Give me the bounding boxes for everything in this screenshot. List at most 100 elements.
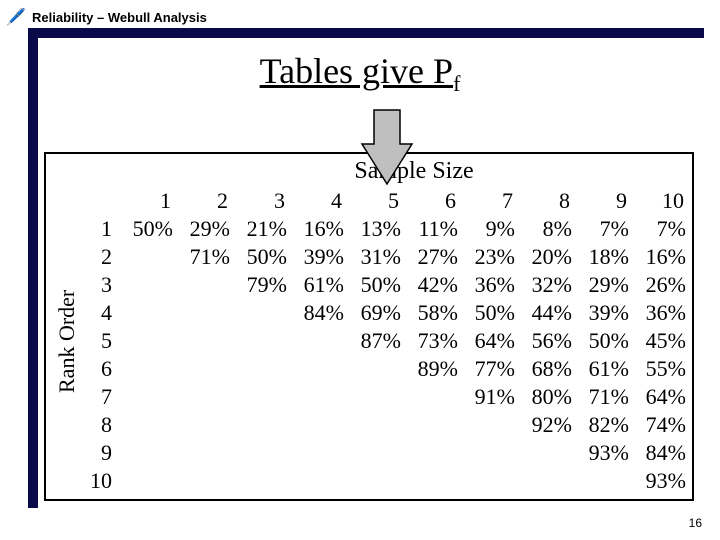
- col-idx: 4: [289, 187, 346, 215]
- cell: 32%: [517, 271, 574, 299]
- cell: [118, 271, 175, 299]
- cell: [232, 467, 289, 495]
- cell: [403, 439, 460, 467]
- cell: [118, 383, 175, 411]
- cell: [118, 411, 175, 439]
- col-idx: 10: [631, 187, 688, 215]
- row-index-col: 1 2 3 4 5 6 7 8 9 10: [84, 187, 118, 495]
- data-col: 88%20%32%44%56%68%80%92%: [517, 187, 574, 495]
- cell: [175, 327, 232, 355]
- cell: 13%: [346, 215, 403, 243]
- cell: 77%: [460, 355, 517, 383]
- cell: [346, 355, 403, 383]
- row-idx: 10: [84, 467, 118, 495]
- row-header: Rank Order: [50, 187, 84, 495]
- cell: [232, 411, 289, 439]
- cell: 11%: [403, 215, 460, 243]
- cell: 84%: [289, 299, 346, 327]
- cell: 55%: [631, 355, 688, 383]
- col-header: Sample Size: [50, 158, 688, 185]
- cell: [118, 299, 175, 327]
- cell: [232, 299, 289, 327]
- data-col: 416%39%61%84%: [289, 187, 346, 495]
- cell: [232, 439, 289, 467]
- cell: 50%: [118, 215, 175, 243]
- cell: [289, 327, 346, 355]
- cell: 73%: [403, 327, 460, 355]
- cell: 84%: [631, 439, 688, 467]
- cell: [403, 383, 460, 411]
- cell: [346, 467, 403, 495]
- topbar: 🖊️ Reliability – Webull Analysis: [0, 6, 720, 28]
- page-title: Tables give Pf: [0, 50, 720, 97]
- cell: [232, 383, 289, 411]
- cell: [232, 327, 289, 355]
- cell: [289, 467, 346, 495]
- cell: 61%: [289, 271, 346, 299]
- cell: 87%: [346, 327, 403, 355]
- cell: [175, 383, 232, 411]
- cell: [574, 467, 631, 495]
- cell: 74%: [631, 411, 688, 439]
- cell: 20%: [517, 243, 574, 271]
- cell: 64%: [631, 383, 688, 411]
- cell: 29%: [175, 215, 232, 243]
- cell: 80%: [517, 383, 574, 411]
- cell: [175, 271, 232, 299]
- data-col: 513%31%50%69%87%: [346, 187, 403, 495]
- row-idx: 9: [84, 439, 118, 467]
- col-idx: 6: [403, 187, 460, 215]
- cell: 8%: [517, 215, 574, 243]
- cell: 16%: [631, 243, 688, 271]
- cell: 91%: [460, 383, 517, 411]
- cell: [175, 299, 232, 327]
- cell: [118, 327, 175, 355]
- cell: 93%: [631, 467, 688, 495]
- cell: 7%: [574, 215, 631, 243]
- cell: 26%: [631, 271, 688, 299]
- row-idx: 5: [84, 327, 118, 355]
- cell: [175, 355, 232, 383]
- row-idx: 6: [84, 355, 118, 383]
- cell: [118, 439, 175, 467]
- cell: [289, 383, 346, 411]
- cell: [346, 383, 403, 411]
- col-idx: 9: [574, 187, 631, 215]
- cell: [460, 411, 517, 439]
- cell: 93%: [574, 439, 631, 467]
- data-col: 107%16%26%36%45%55%64%74%84%93%: [631, 187, 688, 495]
- cell: 45%: [631, 327, 688, 355]
- cell: [346, 439, 403, 467]
- cell: 36%: [460, 271, 517, 299]
- page-number: 16: [689, 516, 702, 530]
- pen-icon: 🖊️: [0, 7, 32, 27]
- cell: 50%: [574, 327, 631, 355]
- row-idx: 2: [84, 243, 118, 271]
- cell: 68%: [517, 355, 574, 383]
- cell: [118, 355, 175, 383]
- cell: [175, 467, 232, 495]
- cell: 27%: [403, 243, 460, 271]
- cell: [118, 467, 175, 495]
- cell: [118, 243, 175, 271]
- cell: 18%: [574, 243, 631, 271]
- cell: 71%: [175, 243, 232, 271]
- col-idx: 3: [232, 187, 289, 215]
- cell: 69%: [346, 299, 403, 327]
- cell: [517, 439, 574, 467]
- cell: 50%: [460, 299, 517, 327]
- data-col: 229%71%: [175, 187, 232, 495]
- col-idx: 2: [175, 187, 232, 215]
- cell: [517, 467, 574, 495]
- cell: [460, 439, 517, 467]
- heading-text: Tables give P: [260, 51, 453, 91]
- col-idx: 5: [346, 187, 403, 215]
- cell: 50%: [232, 243, 289, 271]
- cell: [175, 439, 232, 467]
- data-col: 150%: [118, 187, 175, 495]
- cell: [460, 467, 517, 495]
- cell: 44%: [517, 299, 574, 327]
- cell: 23%: [460, 243, 517, 271]
- cell: 58%: [403, 299, 460, 327]
- cell: [346, 411, 403, 439]
